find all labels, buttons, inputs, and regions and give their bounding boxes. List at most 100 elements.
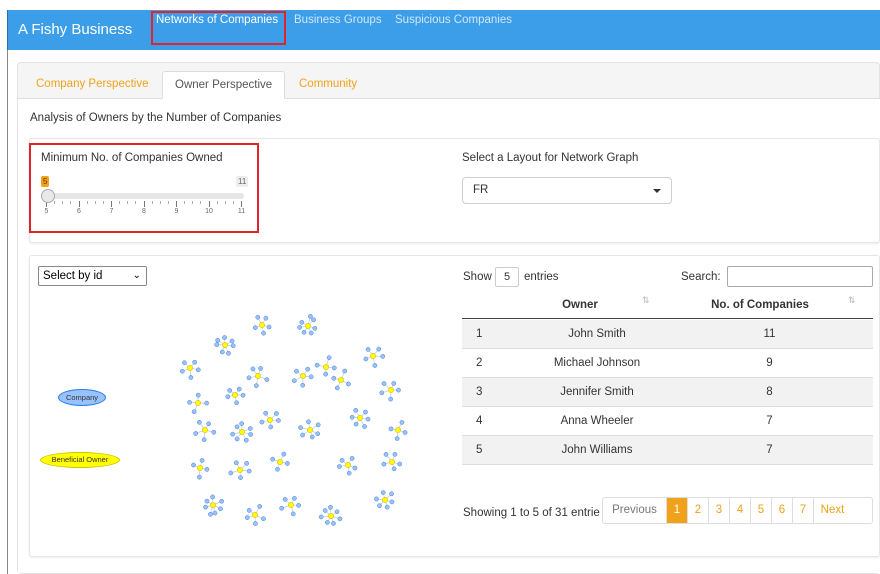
company-node[interactable] — [388, 396, 393, 402]
company-node[interactable] — [334, 509, 340, 515]
owner-node[interactable] — [345, 462, 351, 468]
company-node[interactable] — [291, 378, 297, 384]
company-node[interactable] — [294, 368, 299, 374]
company-node[interactable] — [246, 468, 252, 474]
company-node[interactable] — [222, 335, 227, 340]
company-node[interactable] — [261, 516, 266, 522]
graph-cluster[interactable] — [337, 456, 358, 476]
company-node[interactable] — [308, 314, 313, 319]
owner-node[interactable] — [210, 502, 216, 508]
company-node[interactable] — [381, 381, 387, 386]
company-node[interactable] — [225, 394, 231, 400]
company-node[interactable] — [396, 387, 401, 393]
graph-cluster[interactable] — [252, 314, 272, 336]
entries-length-input[interactable]: 5 — [495, 267, 519, 287]
owner-node[interactable] — [239, 429, 245, 435]
tab-owner-perspective[interactable]: Owner Perspective — [162, 71, 286, 99]
company-node[interactable] — [230, 431, 235, 437]
graph-cluster[interactable] — [246, 366, 270, 388]
owner-node[interactable] — [395, 427, 401, 433]
company-node[interactable] — [182, 360, 187, 366]
pagination-page-7[interactable]: 7 — [792, 498, 813, 523]
pagination-page-1[interactable]: 1 — [666, 498, 687, 523]
company-node[interactable] — [349, 456, 355, 461]
graph-cluster[interactable] — [349, 407, 371, 429]
company-node[interactable] — [239, 421, 245, 426]
company-node[interactable] — [362, 424, 367, 429]
company-node[interactable] — [276, 418, 281, 423]
company-node[interactable] — [372, 363, 378, 368]
company-node[interactable] — [230, 343, 236, 349]
owner-node[interactable] — [197, 465, 203, 471]
company-node[interactable] — [365, 416, 371, 422]
company-node[interactable] — [384, 504, 390, 510]
owner-node[interactable] — [277, 459, 283, 465]
graph-cluster[interactable] — [379, 381, 401, 402]
company-node[interactable] — [311, 317, 316, 323]
graph-cluster[interactable] — [230, 421, 253, 443]
app-brand[interactable]: A Fishy Business — [18, 21, 132, 38]
owner-node[interactable] — [187, 365, 193, 371]
company-node[interactable] — [365, 347, 371, 352]
company-node[interactable] — [259, 419, 265, 425]
company-node[interactable] — [305, 366, 311, 372]
company-node[interactable] — [234, 424, 240, 430]
company-node[interactable] — [391, 466, 397, 472]
company-node[interactable] — [285, 461, 290, 466]
company-node[interactable] — [208, 511, 213, 517]
tab-community[interactable]: Community — [287, 71, 369, 99]
company-node[interactable] — [282, 497, 288, 502]
owner-node[interactable] — [382, 497, 388, 503]
company-node[interactable] — [243, 437, 249, 443]
company-node[interactable] — [187, 400, 192, 405]
owner-node[interactable] — [328, 513, 334, 519]
layout-select[interactable]: FR — [462, 177, 672, 204]
company-node[interactable] — [258, 366, 263, 371]
owner-node[interactable] — [323, 364, 329, 370]
company-node[interactable] — [299, 319, 305, 325]
company-node[interactable] — [322, 508, 328, 513]
company-node[interactable] — [394, 436, 400, 441]
owner-node[interactable] — [195, 400, 201, 406]
company-node[interactable] — [300, 432, 305, 438]
company-node[interactable] — [226, 350, 231, 356]
owner-node[interactable] — [388, 387, 394, 393]
pagination-page-4[interactable]: 4 — [729, 498, 750, 523]
company-node[interactable] — [210, 494, 215, 500]
graph-cluster[interactable] — [279, 495, 301, 517]
graph-cluster[interactable] — [244, 504, 266, 526]
nav-business-groups[interactable]: Business Groups — [294, 14, 382, 26]
company-node[interactable] — [389, 491, 394, 497]
graph-cluster[interactable] — [314, 355, 337, 377]
sort-icon[interactable]: ⇅ — [848, 295, 856, 306]
owner-node[interactable] — [259, 322, 265, 328]
company-node[interactable] — [247, 426, 253, 431]
company-node[interactable] — [339, 457, 345, 463]
company-node[interactable] — [380, 490, 386, 495]
company-node[interactable] — [392, 451, 398, 457]
company-node[interactable] — [376, 346, 382, 352]
graph-cluster[interactable] — [270, 451, 290, 472]
company-node[interactable] — [179, 368, 185, 374]
company-node[interactable] — [227, 388, 233, 393]
graph-cluster[interactable] — [225, 386, 246, 406]
company-node[interactable] — [240, 392, 246, 398]
company-node[interactable] — [244, 515, 250, 520]
column-header-owner[interactable]: Owner — [550, 299, 610, 311]
search-input[interactable] — [727, 266, 873, 287]
company-node[interactable] — [324, 520, 330, 525]
graph-cluster[interactable] — [179, 359, 201, 380]
company-node[interactable] — [309, 434, 315, 440]
company-node[interactable] — [402, 430, 408, 435]
company-node[interactable] — [268, 424, 274, 430]
company-node[interactable] — [195, 392, 201, 398]
owner-node[interactable] — [288, 502, 294, 508]
company-node[interactable] — [263, 315, 269, 321]
company-node[interactable] — [290, 511, 296, 517]
company-node[interactable] — [228, 470, 234, 476]
owner-node[interactable] — [300, 373, 306, 379]
company-node[interactable] — [219, 349, 225, 355]
company-node[interactable] — [315, 422, 321, 428]
company-node[interactable] — [263, 410, 269, 416]
select-by-id[interactable]: Select by id ⌄ — [38, 266, 147, 286]
